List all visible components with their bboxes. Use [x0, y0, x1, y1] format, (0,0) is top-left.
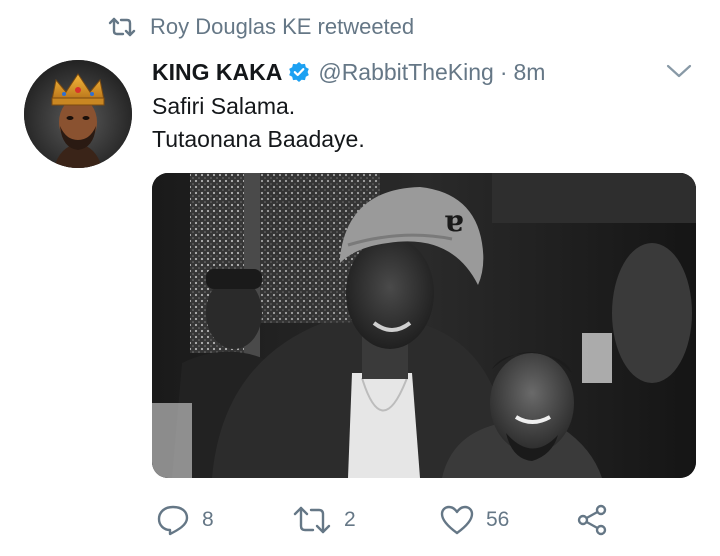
reply-button[interactable]: 8 — [156, 500, 214, 540]
svg-text:ɐ: ɐ — [444, 204, 463, 239]
retweet-banner-text: Roy Douglas KE retweeted — [150, 14, 415, 39]
separator-dot: · — [499, 58, 508, 85]
tweet-header: KING KAKA @RabbitTheKing · 8m — [152, 56, 545, 88]
verified-badge-icon — [288, 61, 310, 83]
retweet-banner[interactable]: Roy Douglas KE retweeted — [108, 12, 414, 42]
share-icon — [576, 504, 608, 536]
timestamp[interactable]: 8m — [514, 59, 546, 86]
tweet-text-line: Safiri Salama. — [152, 93, 296, 119]
retweet-button[interactable]: 2 — [292, 500, 356, 540]
retweet-icon — [292, 505, 332, 535]
share-button[interactable] — [576, 500, 608, 540]
retweet-count: 2 — [344, 508, 356, 531]
tweet-photo[interactable]: ɐ — [152, 173, 696, 478]
like-count: 56 — [486, 508, 510, 531]
heart-icon — [440, 505, 474, 535]
user-handle[interactable]: @RabbitTheKing — [318, 59, 494, 86]
tweet-text-line: Tutaonana Baadaye. — [152, 126, 365, 152]
avatar[interactable] — [24, 60, 132, 168]
display-name[interactable]: KING KAKA — [152, 59, 282, 86]
tweet-text: Safiri Salama. Tutaonana Baadaye. — [152, 90, 365, 156]
tweet-card[interactable]: Roy Douglas KE retweeted KING KAKA @Rabb… — [0, 0, 720, 556]
like-button[interactable]: 56 — [440, 500, 509, 540]
chevron-down-icon[interactable] — [666, 62, 692, 80]
reply-icon — [156, 504, 190, 536]
retweet-icon — [108, 16, 136, 38]
reply-count: 8 — [202, 508, 214, 531]
tweet-actions: 8 2 56 — [152, 500, 622, 540]
